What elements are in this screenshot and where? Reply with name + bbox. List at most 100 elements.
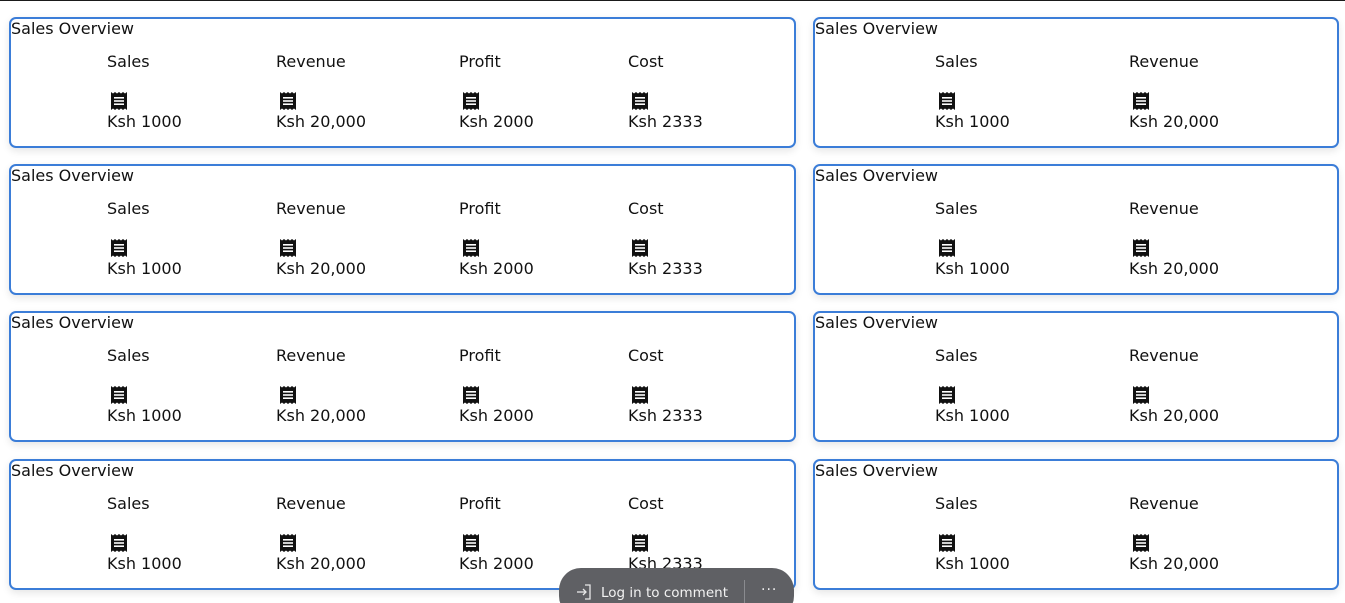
sales-overview-card: Sales Overview Sales Ksh 1000 Revenue Ksh 20… <box>9 17 796 148</box>
stat-sales: Sales Ksh 1000 <box>935 461 1095 587</box>
receipt-icon <box>937 533 957 553</box>
sales-overview-card: Sales Overview Sales Ksh 1000 Revenue Ksh 20… <box>813 311 1339 442</box>
stat-revenue: Revenue Ksh 20,000 <box>276 461 436 587</box>
sales-overview-card: Sales Overview Sales Ksh 1000 Revenue Ksh 20… <box>813 164 1339 295</box>
stat-value: Ksh 1000 <box>107 554 182 573</box>
receipt-icon <box>630 238 650 258</box>
stat-label: Sales <box>107 346 150 365</box>
receipt-icon <box>630 385 650 405</box>
receipt-icon <box>1131 385 1151 405</box>
card-title: Sales Overview <box>815 19 938 38</box>
stat-value: Ksh 2333 <box>628 112 703 131</box>
stat-label: Revenue <box>276 199 346 218</box>
stat-label: Profit <box>459 494 501 513</box>
stat-value: Ksh 1000 <box>107 112 182 131</box>
top-divider <box>0 0 1345 1</box>
stat-label: Revenue <box>1129 199 1199 218</box>
receipt-icon <box>109 238 129 258</box>
receipt-icon <box>937 91 957 111</box>
stat-value: Ksh 2000 <box>459 259 534 278</box>
stat-value: Ksh 1000 <box>935 554 1010 573</box>
stat-profit: Profit Ksh 2000 <box>459 19 619 145</box>
stat-revenue: Revenue Ksh 20,000 <box>276 19 436 145</box>
card-title: Sales Overview <box>815 461 938 480</box>
receipt-icon <box>461 91 481 111</box>
stat-label: Cost <box>628 346 664 365</box>
stat-label: Revenue <box>276 52 346 71</box>
stat-revenue: Revenue Ksh 20,000 <box>1129 313 1289 439</box>
stat-sales: Sales Ksh 1000 <box>107 313 267 439</box>
stat-profit: Profit Ksh 2000 <box>459 166 619 292</box>
stat-label: Revenue <box>276 346 346 365</box>
stat-label: Sales <box>107 52 150 71</box>
stat-revenue: Revenue Ksh 20,000 <box>276 166 436 292</box>
login-icon[interactable] <box>575 583 593 601</box>
sales-overview-card: Sales Overview Sales Ksh 1000 Revenue Ksh 20… <box>9 311 796 442</box>
stat-sales: Sales Ksh 1000 <box>107 461 267 587</box>
receipt-icon <box>1131 238 1151 258</box>
stat-value: Ksh 20,000 <box>276 112 367 131</box>
receipt-icon <box>278 385 298 405</box>
login-to-comment-link[interactable]: Log in to comment <box>601 585 728 601</box>
stat-value: Ksh 20,000 <box>1129 554 1220 573</box>
stat-profit: Profit Ksh 2000 <box>459 313 619 439</box>
comment-bar: Log in to comment ··· <box>559 568 794 603</box>
stat-value: Ksh 2000 <box>459 406 534 425</box>
stat-revenue: Revenue Ksh 20,000 <box>276 313 436 439</box>
stat-label: Profit <box>459 52 501 71</box>
stat-value: Ksh 20,000 <box>276 406 367 425</box>
stat-value: Ksh 1000 <box>935 259 1010 278</box>
stat-label: Sales <box>935 494 978 513</box>
receipt-icon <box>461 238 481 258</box>
receipt-icon <box>630 91 650 111</box>
stat-value: Ksh 1000 <box>935 406 1010 425</box>
receipt-icon <box>937 238 957 258</box>
receipt-icon <box>461 533 481 553</box>
stat-value: Ksh 2000 <box>459 554 534 573</box>
receipt-icon <box>278 238 298 258</box>
stat-value: Ksh 2000 <box>459 112 534 131</box>
card-title: Sales Overview <box>815 313 938 332</box>
receipt-icon <box>630 533 650 553</box>
stat-value: Ksh 1000 <box>107 259 182 278</box>
stat-value: Ksh 20,000 <box>276 259 367 278</box>
stat-label: Cost <box>628 494 664 513</box>
stat-value: Ksh 1000 <box>935 112 1010 131</box>
card-title: Sales Overview <box>815 166 938 185</box>
stat-label: Sales <box>107 199 150 218</box>
receipt-icon <box>278 91 298 111</box>
stat-label: Profit <box>459 199 501 218</box>
receipt-icon <box>937 385 957 405</box>
more-icon[interactable]: ··· <box>761 582 777 598</box>
stat-cost: Cost Ksh 2333 <box>628 166 788 292</box>
stat-label: Revenue <box>1129 494 1199 513</box>
receipt-icon <box>109 385 129 405</box>
stat-label: Revenue <box>276 494 346 513</box>
stat-label: Sales <box>935 346 978 365</box>
stat-label: Revenue <box>1129 346 1199 365</box>
stat-revenue: Revenue Ksh 20,000 <box>1129 166 1289 292</box>
receipt-icon <box>1131 91 1151 111</box>
stat-label: Sales <box>107 494 150 513</box>
stat-sales: Sales Ksh 1000 <box>935 19 1095 145</box>
stat-label: Cost <box>628 199 664 218</box>
sales-overview-card: Sales Overview Sales Ksh 1000 Revenue Ksh 20… <box>9 164 796 295</box>
receipt-icon <box>278 533 298 553</box>
stat-value: Ksh 2333 <box>628 259 703 278</box>
stat-value: Ksh 2333 <box>628 406 703 425</box>
stat-revenue: Revenue Ksh 20,000 <box>1129 19 1289 145</box>
stat-value: Ksh 20,000 <box>276 554 367 573</box>
stat-sales: Sales Ksh 1000 <box>935 166 1095 292</box>
receipt-icon <box>461 385 481 405</box>
sales-overview-card: Sales Overview Sales Ksh 1000 Revenue Ksh 20… <box>813 17 1339 148</box>
stat-sales: Sales Ksh 1000 <box>107 19 267 145</box>
stat-label: Sales <box>935 199 978 218</box>
receipt-icon <box>1131 533 1151 553</box>
sales-overview-card: Sales Overview Sales Ksh 1000 Revenue Ksh 20… <box>813 459 1339 590</box>
stat-value: Ksh 1000 <box>107 406 182 425</box>
comment-bar-divider <box>744 580 745 603</box>
stat-label: Profit <box>459 346 501 365</box>
stat-label: Revenue <box>1129 52 1199 71</box>
stat-value: Ksh 20,000 <box>1129 406 1220 425</box>
stat-sales: Sales Ksh 1000 <box>107 166 267 292</box>
